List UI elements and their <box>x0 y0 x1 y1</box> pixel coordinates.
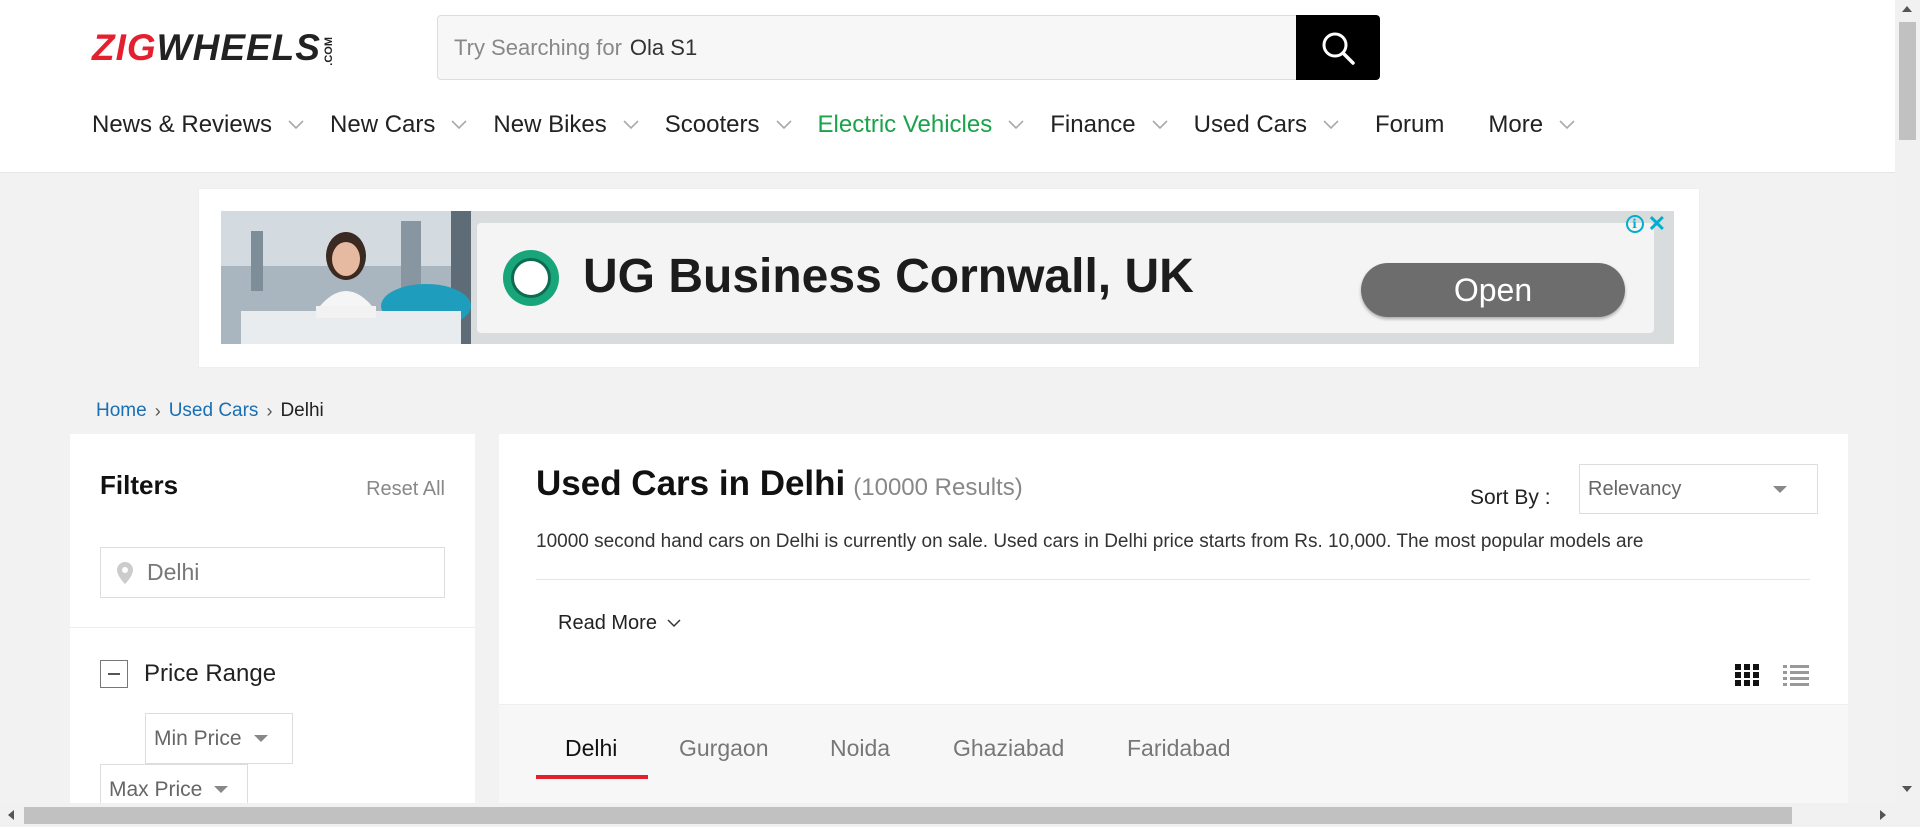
reset-all-button[interactable]: Reset All <box>366 478 445 501</box>
search-suggested-term: Ola S1 <box>629 34 698 60</box>
active-tab-indicator <box>536 775 648 779</box>
price-range-label: Price Range <box>144 660 277 687</box>
nav-item-electric-vehicles[interactable]: Electric Vehicles <box>818 111 1025 139</box>
sort-by-value: Relevancy <box>1588 477 1682 500</box>
search-input[interactable]: Try Searching for Ola S1 <box>437 15 1296 80</box>
nav-item-forum[interactable]: Forum <box>1375 111 1444 139</box>
sort-by-label: Sort By : <box>1470 486 1551 509</box>
breadcrumb-separator: › <box>266 400 273 421</box>
nav-item-finance[interactable]: Finance <box>1050 111 1168 139</box>
max-price-label: Max Price <box>109 777 203 801</box>
tab-delhi[interactable]: Delhi <box>565 735 617 762</box>
grid-view-icon[interactable] <box>1735 664 1759 691</box>
chevron-down-icon <box>288 120 304 130</box>
ad-banner: UG Business Cornwall, UK Open i ✕ <box>198 188 1700 368</box>
zigwheels-logo[interactable]: ZIG WHEELS .COM <box>92 28 335 68</box>
search-button[interactable] <box>1296 15 1380 80</box>
nav-item-scooters[interactable]: Scooters <box>665 111 792 139</box>
location-input[interactable]: Delhi <box>100 547 445 598</box>
location-value: Delhi <box>147 559 200 585</box>
ad-photo <box>221 211 471 344</box>
caret-down-icon <box>1773 486 1787 493</box>
nav-item-new-cars[interactable]: New Cars <box>330 111 467 139</box>
chevron-down-icon <box>1008 120 1024 130</box>
site-header: ZIG WHEELS .COM Try Searching for Ola S1 N… <box>0 0 1895 173</box>
listing-heading: Used Cars in Delhi (10000 Results) <box>536 464 1023 504</box>
ad-title: UG Business Cornwall, UK <box>583 250 1194 303</box>
main-nav: News & Reviews New Cars New Bikes Scoote… <box>92 108 1575 142</box>
horizontal-scrollbar[interactable] <box>0 803 1920 827</box>
chevron-down-icon <box>1323 120 1339 130</box>
price-range-header[interactable]: Price Range <box>100 660 276 688</box>
results-count: (10000 Results) <box>853 474 1023 501</box>
read-more-link[interactable]: Read More <box>558 612 681 635</box>
search-placeholder-prefix: Try Searching for <box>454 34 622 60</box>
tab-faridabad[interactable]: Faridabad <box>1127 735 1231 762</box>
ad-close-icon[interactable]: ✕ <box>1648 213 1666 235</box>
ad-info-icon[interactable]: i <box>1625 215 1644 233</box>
vertical-scrollbar-thumb[interactable] <box>1899 22 1916 140</box>
page-title: Used Cars in Delhi <box>536 464 846 503</box>
logo-com-text: .COM <box>322 37 335 66</box>
filters-panel: Filters Reset All Delhi Price Range Min … <box>70 434 475 827</box>
location-pin-icon <box>117 561 133 584</box>
nav-item-label: News & Reviews <box>92 111 273 138</box>
chevron-down-icon <box>451 120 467 130</box>
nav-item-news-reviews[interactable]: News & Reviews <box>92 111 304 139</box>
listing-main: Used Cars in Delhi (10000 Results) Sort … <box>499 434 1848 827</box>
listing-description: 10000 second hand cars on Delhi is curre… <box>536 531 1644 552</box>
scroll-down-arrow-icon[interactable] <box>1902 786 1912 792</box>
search-icon <box>1322 32 1355 65</box>
sort-by-select[interactable]: Relevancy <box>1579 464 1818 514</box>
tab-noida[interactable]: Noida <box>830 735 890 762</box>
nav-item-label: More <box>1488 111 1544 138</box>
logo-wheels-text: WHEELS <box>156 27 321 68</box>
university-seal-icon <box>503 250 559 306</box>
nav-item-label: Forum <box>1375 111 1445 138</box>
search-bar: Try Searching for Ola S1 <box>437 15 1380 80</box>
chevron-down-icon <box>623 120 639 130</box>
breadcrumb: Home › Used Cars › Delhi <box>96 400 324 422</box>
list-view-icon[interactable] <box>1783 664 1809 691</box>
min-price-select[interactable]: Min Price <box>145 713 293 764</box>
chevron-down-icon <box>775 120 792 130</box>
scroll-right-arrow-icon[interactable] <box>1880 810 1886 820</box>
ad-choices: i ✕ <box>1625 213 1666 235</box>
nav-item-label: Used Cars <box>1193 111 1308 138</box>
breadcrumb-used-cars[interactable]: Used Cars <box>169 400 259 422</box>
read-more-label: Read More <box>558 612 657 634</box>
breadcrumb-home[interactable]: Home <box>96 400 147 422</box>
nav-item-label: Electric Vehicles <box>817 111 993 138</box>
caret-down-icon <box>253 735 268 742</box>
nav-item-new-bikes[interactable]: New Bikes <box>493 111 639 139</box>
ad-open-button[interactable]: Open <box>1361 263 1625 317</box>
tab-ghaziabad[interactable]: Ghaziabad <box>953 735 1064 762</box>
chevron-down-icon <box>667 619 681 628</box>
divider <box>536 579 1810 580</box>
logo-zig-text: ZIG <box>92 27 157 68</box>
nav-item-more[interactable]: More <box>1488 111 1575 139</box>
divider <box>70 627 475 628</box>
breadcrumb-separator: › <box>154 400 161 421</box>
chevron-down-icon <box>1559 120 1575 130</box>
scroll-left-arrow-icon[interactable] <box>8 810 14 820</box>
nav-item-label: New Cars <box>330 111 436 138</box>
filters-title: Filters <box>100 470 179 500</box>
scroll-up-arrow-icon[interactable] <box>1902 6 1912 12</box>
nav-item-label: Scooters <box>664 111 760 138</box>
nav-item-used-cars[interactable]: Used Cars <box>1194 111 1339 139</box>
min-price-label: Min Price <box>154 726 242 750</box>
vertical-scrollbar[interactable] <box>1895 0 1920 803</box>
breadcrumb-current: Delhi <box>280 400 324 421</box>
chevron-down-icon <box>1152 120 1168 130</box>
nav-item-label: Finance <box>1050 111 1136 138</box>
ad-creative[interactable]: UG Business Cornwall, UK Open i ✕ <box>221 211 1674 344</box>
ad-content-card: UG Business Cornwall, UK Open <box>477 223 1654 333</box>
collapse-minus-icon[interactable] <box>100 660 128 688</box>
horizontal-scrollbar-thumb[interactable] <box>24 807 1792 824</box>
nav-item-label: New Bikes <box>493 111 607 138</box>
caret-down-icon <box>214 786 229 793</box>
tab-gurgaon[interactable]: Gurgaon <box>679 735 769 762</box>
